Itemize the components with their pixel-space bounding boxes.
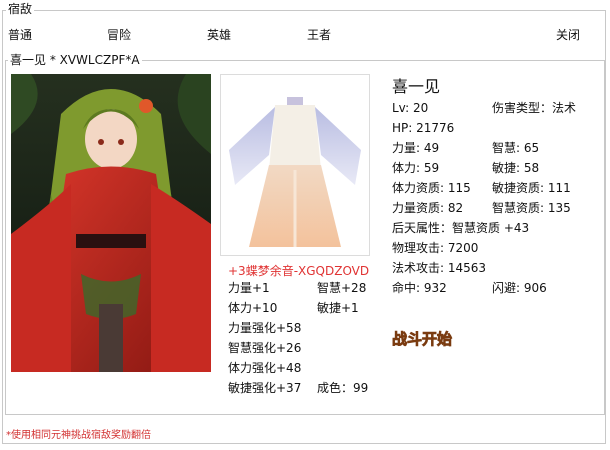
item-stat-stamina: 体力+10 — [228, 301, 278, 315]
item-stat-agility: 敏捷+1 — [317, 301, 359, 315]
stat-stamina: 体力: 59 — [392, 161, 440, 175]
character-portrait — [11, 74, 211, 372]
tab-hero[interactable]: 英雄 — [207, 26, 231, 43]
battle-start-button[interactable]: 战斗开始 — [390, 327, 466, 349]
stat-level: Lv: 20 — [392, 101, 429, 115]
stat-hp: HP: 21776 — [392, 121, 455, 135]
item-image[interactable] — [220, 74, 370, 256]
item-stat-strength: 力量+1 — [228, 281, 270, 295]
stat-stamina-aptitude: 体力资质: 115 — [392, 181, 471, 195]
tab-bar: 普通 冒险 英雄 王者 关闭 — [0, 26, 610, 44]
tab-normal[interactable]: 普通 — [8, 26, 32, 43]
battle-start-label: 战斗开始 — [392, 330, 452, 348]
stat-physical-attack: 物理攻击: 7200 — [392, 241, 479, 255]
close-button[interactable]: 关闭 — [556, 26, 580, 43]
stat-accuracy: 命中: 932 — [392, 281, 447, 295]
stat-damage-type: 伤害类型：法术 — [492, 101, 577, 115]
window-title: 宿敌 — [6, 2, 35, 16]
stat-wisdom: 智慧: 65 — [492, 141, 540, 155]
item-stat-stamina-enhance: 体力强化+48 — [228, 361, 302, 375]
tab-king[interactable]: 王者 — [307, 26, 331, 43]
item-stat-wisdom: 智慧+28 — [317, 281, 367, 295]
item-stat-agility-enhance: 敏捷强化+37 — [228, 381, 302, 395]
panel-legend: 喜一见 * XVWLCZPF*A — [8, 53, 142, 67]
stat-agility-aptitude: 敏捷资质: 111 — [492, 181, 571, 195]
character-name: 喜一见 — [392, 77, 441, 96]
stat-wisdom-aptitude: 智慧资质: 135 — [492, 201, 571, 215]
item-quality: 成色：99 — [317, 381, 369, 395]
stat-evasion: 闪避: 906 — [492, 281, 547, 295]
tab-adventure[interactable]: 冒险 — [107, 26, 131, 43]
stat-strength: 力量: 49 — [392, 141, 440, 155]
footer-note: *使用相同元神挑战宿敌奖励翻倍 — [6, 430, 151, 441]
item-stat-wisdom-enhance: 智慧强化+26 — [228, 341, 302, 355]
stat-magic-attack: 法术攻击: 14563 — [392, 261, 487, 275]
stat-agility: 敏捷: 58 — [492, 161, 540, 175]
stat-strength-aptitude: 力量资质: 82 — [392, 201, 464, 215]
item-name: +3蝶梦余音-XGQDZOVD — [228, 264, 370, 278]
item-stat-strength-enhance: 力量强化+58 — [228, 321, 302, 335]
stat-acquired-attribute: 后天属性：智慧资质 +43 — [392, 221, 530, 235]
